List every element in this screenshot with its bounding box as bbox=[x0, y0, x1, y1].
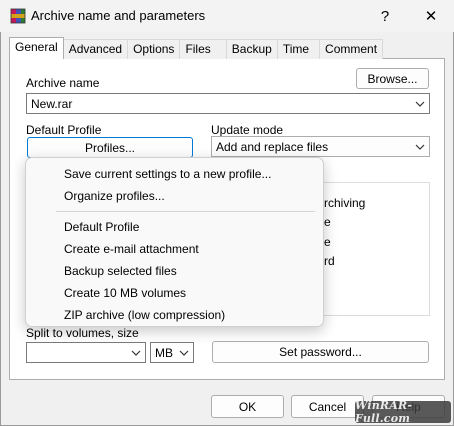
profiles-menu: Save current settings to a new profile..… bbox=[25, 157, 324, 327]
chevron-down-icon bbox=[411, 137, 429, 156]
close-icon: ✕ bbox=[424, 8, 438, 25]
archiving-option-3-partial: e bbox=[324, 235, 331, 249]
split-volumes-size-combo[interactable] bbox=[26, 342, 146, 363]
menu-item-save-profile[interactable]: Save current settings to a new profile..… bbox=[64, 164, 271, 184]
tab-general[interactable]: General bbox=[9, 37, 64, 59]
menu-item-email-attachment[interactable]: Create e-mail attachment bbox=[64, 239, 199, 259]
split-volumes-unit-value: MB bbox=[155, 345, 173, 360]
tab-backup[interactable]: Backup bbox=[225, 39, 278, 59]
split-volumes-unit-combo[interactable]: MB bbox=[150, 342, 194, 363]
archive-name-value: New.rar bbox=[31, 96, 73, 111]
winrar-app-icon bbox=[10, 8, 26, 24]
chevron-down-icon bbox=[175, 343, 193, 362]
tab-options[interactable]: Options bbox=[127, 39, 181, 59]
tab-time[interactable]: Time bbox=[276, 39, 321, 59]
profiles-button[interactable]: Profiles... bbox=[27, 137, 193, 158]
archiving-option-2-partial: e bbox=[324, 215, 331, 229]
default-profile-label: Default Profile bbox=[26, 123, 102, 137]
close-window-button[interactable]: ✕ bbox=[408, 0, 454, 32]
chevron-down-icon bbox=[127, 343, 145, 362]
watermark-text: WinRAR-Full.com bbox=[355, 399, 413, 425]
tab-advanced[interactable]: Advanced bbox=[62, 39, 129, 59]
menu-item-backup-files[interactable]: Backup selected files bbox=[64, 261, 177, 281]
menu-separator bbox=[56, 211, 315, 212]
menu-item-10mb-volumes[interactable]: Create 10 MB volumes bbox=[64, 283, 186, 303]
archiving-option-4-partial: rd bbox=[324, 254, 335, 268]
tab-files[interactable]: Files bbox=[179, 39, 227, 59]
question-mark-icon: ? bbox=[380, 7, 390, 25]
update-mode-combo[interactable]: Add and replace files bbox=[211, 136, 430, 157]
archive-name-combo[interactable]: New.rar bbox=[26, 93, 430, 114]
tab-comment[interactable]: Comment bbox=[319, 39, 384, 59]
help-title-button[interactable]: ? bbox=[362, 0, 408, 32]
update-mode-value: Add and replace files bbox=[216, 139, 329, 154]
menu-item-zip-archive[interactable]: ZIP archive (low compression) bbox=[64, 305, 225, 325]
chevron-down-icon bbox=[411, 94, 429, 113]
watermark: WinRAR-Full.com bbox=[355, 399, 451, 425]
archiving-option-1-partial: rchiving bbox=[324, 196, 366, 210]
archive-name-label: Archive name bbox=[26, 76, 100, 90]
menu-item-organize-profiles[interactable]: Organize profiles... bbox=[64, 186, 165, 206]
ok-button[interactable]: OK bbox=[211, 395, 284, 418]
cancel-button[interactable]: Cancel bbox=[291, 395, 364, 418]
tab-strip: General Advanced Options Files Backup Ti… bbox=[9, 37, 384, 59]
window-title: Archive name and parameters bbox=[31, 8, 206, 23]
update-mode-label: Update mode bbox=[211, 123, 284, 137]
set-password-button[interactable]: Set password... bbox=[212, 341, 429, 363]
menu-item-default-profile[interactable]: Default Profile bbox=[64, 217, 139, 237]
split-volumes-label: Split to volumes, size bbox=[26, 326, 139, 340]
browse-button[interactable]: Browse... bbox=[356, 68, 429, 89]
